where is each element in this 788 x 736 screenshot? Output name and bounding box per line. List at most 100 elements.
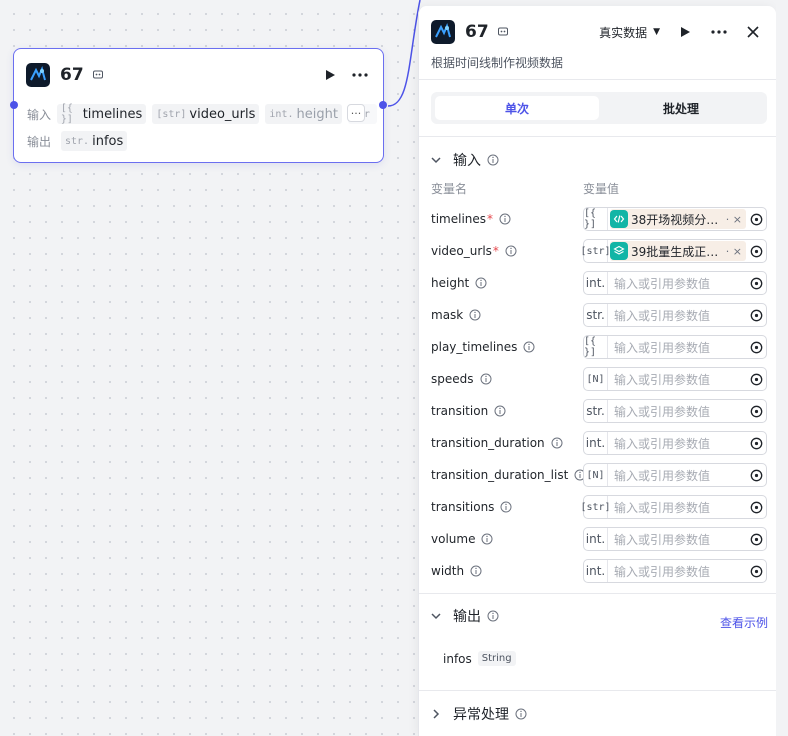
close-icon[interactable]: [742, 21, 764, 43]
param-type-badge: str.: [584, 304, 608, 326]
more-icon[interactable]: [708, 21, 730, 43]
output-section-header[interactable]: 输出: [431, 606, 499, 626]
plugin-logo-icon: [26, 63, 50, 87]
param-placeholder: 输入或引用参数值: [614, 308, 711, 323]
layers-icon: [610, 242, 628, 260]
info-icon[interactable]: [505, 245, 517, 257]
info-icon[interactable]: [475, 277, 487, 289]
more-icon[interactable]: [349, 64, 371, 86]
param-list: timelines *[{ }] 38开场视频分… · × video_urls * [st…: [431, 203, 767, 587]
data-mode-dropdown[interactable]: 真实数据 ▼: [599, 24, 660, 41]
param-value-input[interactable]: int. 输入或引用参数值: [583, 527, 767, 551]
param-row-mask: mask str. 输入或引用参数值: [431, 299, 767, 331]
tab-batch[interactable]: 批处理: [599, 96, 763, 120]
reference-chip[interactable]: 39批量生成正… · ×: [610, 241, 746, 261]
reference-target-icon[interactable]: [746, 309, 766, 322]
param-value-input[interactable]: [{ }] 38开场视频分… · ×: [583, 207, 767, 231]
info-icon[interactable]: [487, 610, 499, 622]
node-output-tag: str. infos: [61, 131, 128, 151]
input-port[interactable]: [10, 101, 18, 109]
info-icon[interactable]: [487, 154, 499, 166]
reference-target-icon[interactable]: [746, 405, 766, 418]
param-value-input[interactable]: [N] 输入或引用参数值: [583, 367, 767, 391]
param-value-input[interactable]: [N] 输入或引用参数值: [583, 463, 767, 487]
output-type-badge: String: [477, 651, 516, 666]
info-icon[interactable]: [469, 309, 481, 321]
reference-target-icon[interactable]: [746, 277, 766, 290]
param-value-input[interactable]: [str] 输入或引用参数值: [580, 495, 767, 519]
divider: [419, 79, 776, 80]
error-handling-section-header[interactable]: 异常处理: [431, 704, 527, 724]
param-value-input[interactable]: int. 输入或引用参数值: [583, 271, 767, 295]
param-row-timelines: timelines *[{ }] 38开场视频分… · ×: [431, 203, 767, 235]
run-icon[interactable]: [674, 21, 696, 43]
panel-title: 67: [465, 22, 489, 42]
info-icon[interactable]: [551, 437, 563, 449]
param-placeholder: 输入或引用参数值: [614, 564, 711, 579]
workflow-node[interactable]: 67 输入 [{ }] timelines [str] video_urls int…: [10, 48, 387, 163]
info-icon[interactable]: [499, 213, 511, 225]
param-name: height: [431, 276, 583, 290]
info-icon[interactable]: [515, 708, 527, 720]
param-placeholder: 输入或引用参数值: [614, 372, 711, 387]
param-placeholder: 输入或引用参数值: [614, 404, 711, 419]
reference-target-icon[interactable]: [746, 469, 766, 482]
param-value-input[interactable]: int. 输入或引用参数值: [583, 431, 767, 455]
column-header-name: 变量名: [431, 182, 468, 196]
chevron-right-icon: [431, 709, 445, 719]
param-type-badge: [{ }]: [584, 336, 608, 358]
info-icon[interactable]: [470, 565, 482, 577]
info-icon[interactable]: [500, 501, 512, 513]
reference-target-icon[interactable]: [746, 341, 766, 354]
param-placeholder: 输入或引用参数值: [614, 340, 711, 355]
node-title: 67: [60, 65, 84, 85]
reference-target-icon[interactable]: [746, 501, 766, 514]
reference-target-icon[interactable]: [746, 533, 766, 546]
param-name: video_urls *: [431, 244, 583, 258]
info-icon[interactable]: [523, 341, 535, 353]
info-icon[interactable]: [480, 373, 492, 385]
param-row-speeds: speeds [N] 输入或引用参数值: [431, 363, 767, 395]
reference-chip[interactable]: 38开场视频分… · ×: [610, 209, 746, 229]
plugin-badge-icon: [497, 26, 509, 38]
param-type-badge: int.: [584, 528, 608, 550]
plugin-logo-icon: [431, 20, 455, 44]
node-input-tag: [str] video_urls: [152, 104, 260, 124]
close-icon[interactable]: · ×: [726, 245, 742, 258]
param-value-input[interactable]: str. 输入或引用参数值: [583, 399, 767, 423]
info-icon[interactable]: [494, 405, 506, 417]
reference-label: 38开场视频分…: [631, 212, 719, 227]
param-row-play-timelines: play_timelines[{ }] 输入或引用参数值: [431, 331, 767, 363]
tab-single[interactable]: 单次: [435, 96, 599, 120]
error-handling-title: 异常处理: [453, 707, 509, 723]
view-example-link[interactable]: 查看示例: [720, 614, 768, 631]
param-value-input[interactable]: str. 输入或引用参数值: [583, 303, 767, 327]
reference-label: 39批量生成正…: [631, 244, 719, 259]
param-name: volume: [431, 532, 583, 546]
divider: [419, 690, 776, 691]
reference-target-icon[interactable]: [746, 565, 766, 578]
param-value-input[interactable]: int. 输入或引用参数值: [583, 559, 767, 583]
node-more-inputs-button[interactable]: ···: [347, 104, 365, 122]
reference-target-icon[interactable]: [746, 373, 766, 386]
info-icon[interactable]: [481, 533, 493, 545]
param-value-input[interactable]: [{ }] 输入或引用参数值: [583, 335, 767, 359]
code-icon: [610, 210, 628, 228]
param-value-input[interactable]: [str] 39批量生成正… · ×: [580, 239, 767, 263]
reference-target-icon[interactable]: [746, 213, 766, 226]
param-placeholder: 输入或引用参数值: [614, 436, 711, 451]
node-output-label: 输出: [27, 134, 52, 149]
close-icon[interactable]: · ×: [726, 213, 742, 226]
scrollbar[interactable]: [776, 0, 788, 736]
param-name: transition_duration: [431, 436, 583, 450]
reference-target-icon[interactable]: [746, 437, 766, 450]
reference-target-icon[interactable]: [746, 245, 766, 258]
param-row-volume: volume int. 输入或引用参数值: [431, 523, 767, 555]
output-section-title: 输出: [453, 609, 481, 625]
param-placeholder: 输入或引用参数值: [614, 500, 711, 515]
param-row-transition: transition str. 输入或引用参数值: [431, 395, 767, 427]
run-icon[interactable]: [319, 64, 341, 86]
param-row-transition-duration: transition_duration int. 输入或引用参数值: [431, 427, 767, 459]
input-section-header[interactable]: 输入: [431, 150, 499, 170]
chevron-down-icon: ▼: [653, 27, 660, 37]
